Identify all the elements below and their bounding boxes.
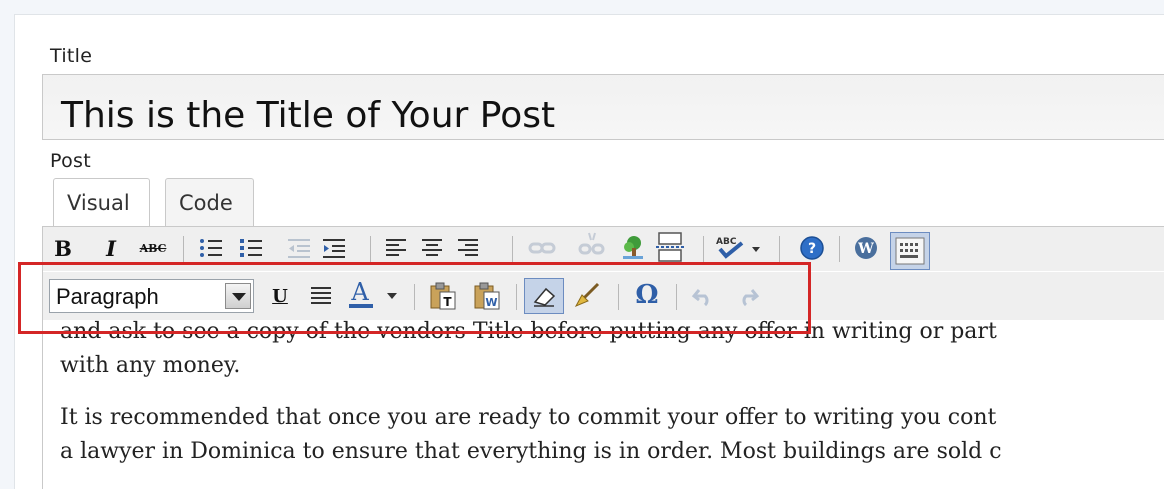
align-right-icon [458, 239, 478, 256]
svg-text:ABC: ABC [716, 237, 737, 247]
separator [183, 236, 184, 262]
insert-image-button[interactable] [617, 232, 649, 262]
bullet-list-button[interactable] [196, 234, 226, 262]
tab-visual[interactable]: Visual [53, 178, 150, 226]
italic-button[interactable]: I [100, 234, 122, 262]
image-icon [623, 236, 643, 259]
bullet-list-icon [200, 239, 222, 257]
insert-more-button[interactable] [654, 230, 686, 264]
help-icon: ? [800, 236, 824, 260]
numbered-list-icon [240, 239, 262, 257]
numbered-list-button[interactable] [236, 234, 266, 262]
outdent-button[interactable] [284, 234, 314, 262]
indent-icon [323, 239, 345, 258]
bold-button[interactable]: B [52, 234, 74, 262]
separator [370, 236, 371, 262]
editor-content[interactable]: and ask to see a copy of the vendors Tit… [43, 320, 1164, 489]
highlight-annotation [18, 262, 811, 334]
align-center-icon [422, 239, 442, 256]
wordpress-button[interactable]: W [850, 233, 882, 263]
title-input[interactable]: This is the Title of Your Post [42, 74, 1164, 140]
unlink-button[interactable] [575, 230, 607, 262]
content-paragraph: It is recommended that once you are read… [60, 405, 1002, 464]
align-left-icon [386, 239, 406, 256]
spellcheck-icon: ABC [716, 237, 760, 259]
tab-code[interactable]: Code [165, 178, 254, 226]
spellcheck-button[interactable]: ABC [713, 232, 765, 262]
kitchen-sink-icon [895, 237, 925, 265]
svg-text:?: ? [808, 241, 816, 257]
separator [512, 236, 513, 262]
align-right-button[interactable] [454, 234, 482, 262]
unlink-icon [578, 232, 605, 255]
align-center-button[interactable] [418, 234, 446, 262]
post-label: Post [50, 150, 91, 172]
kitchen-sink-button[interactable] [890, 232, 930, 270]
indent-button[interactable] [319, 234, 349, 262]
outdent-icon [288, 239, 310, 258]
page-break-icon [656, 232, 684, 262]
wordpress-icon: W [855, 237, 877, 259]
separator [779, 236, 780, 262]
link-button[interactable] [526, 234, 558, 262]
svg-text:W: W [857, 241, 874, 257]
separator [703, 236, 704, 262]
separator [839, 236, 840, 262]
help-button[interactable]: ? [797, 233, 827, 263]
align-left-button[interactable] [382, 234, 410, 262]
title-label: Title [50, 45, 93, 67]
strikethrough-button[interactable]: ABC [135, 236, 171, 260]
link-icon [528, 242, 556, 254]
